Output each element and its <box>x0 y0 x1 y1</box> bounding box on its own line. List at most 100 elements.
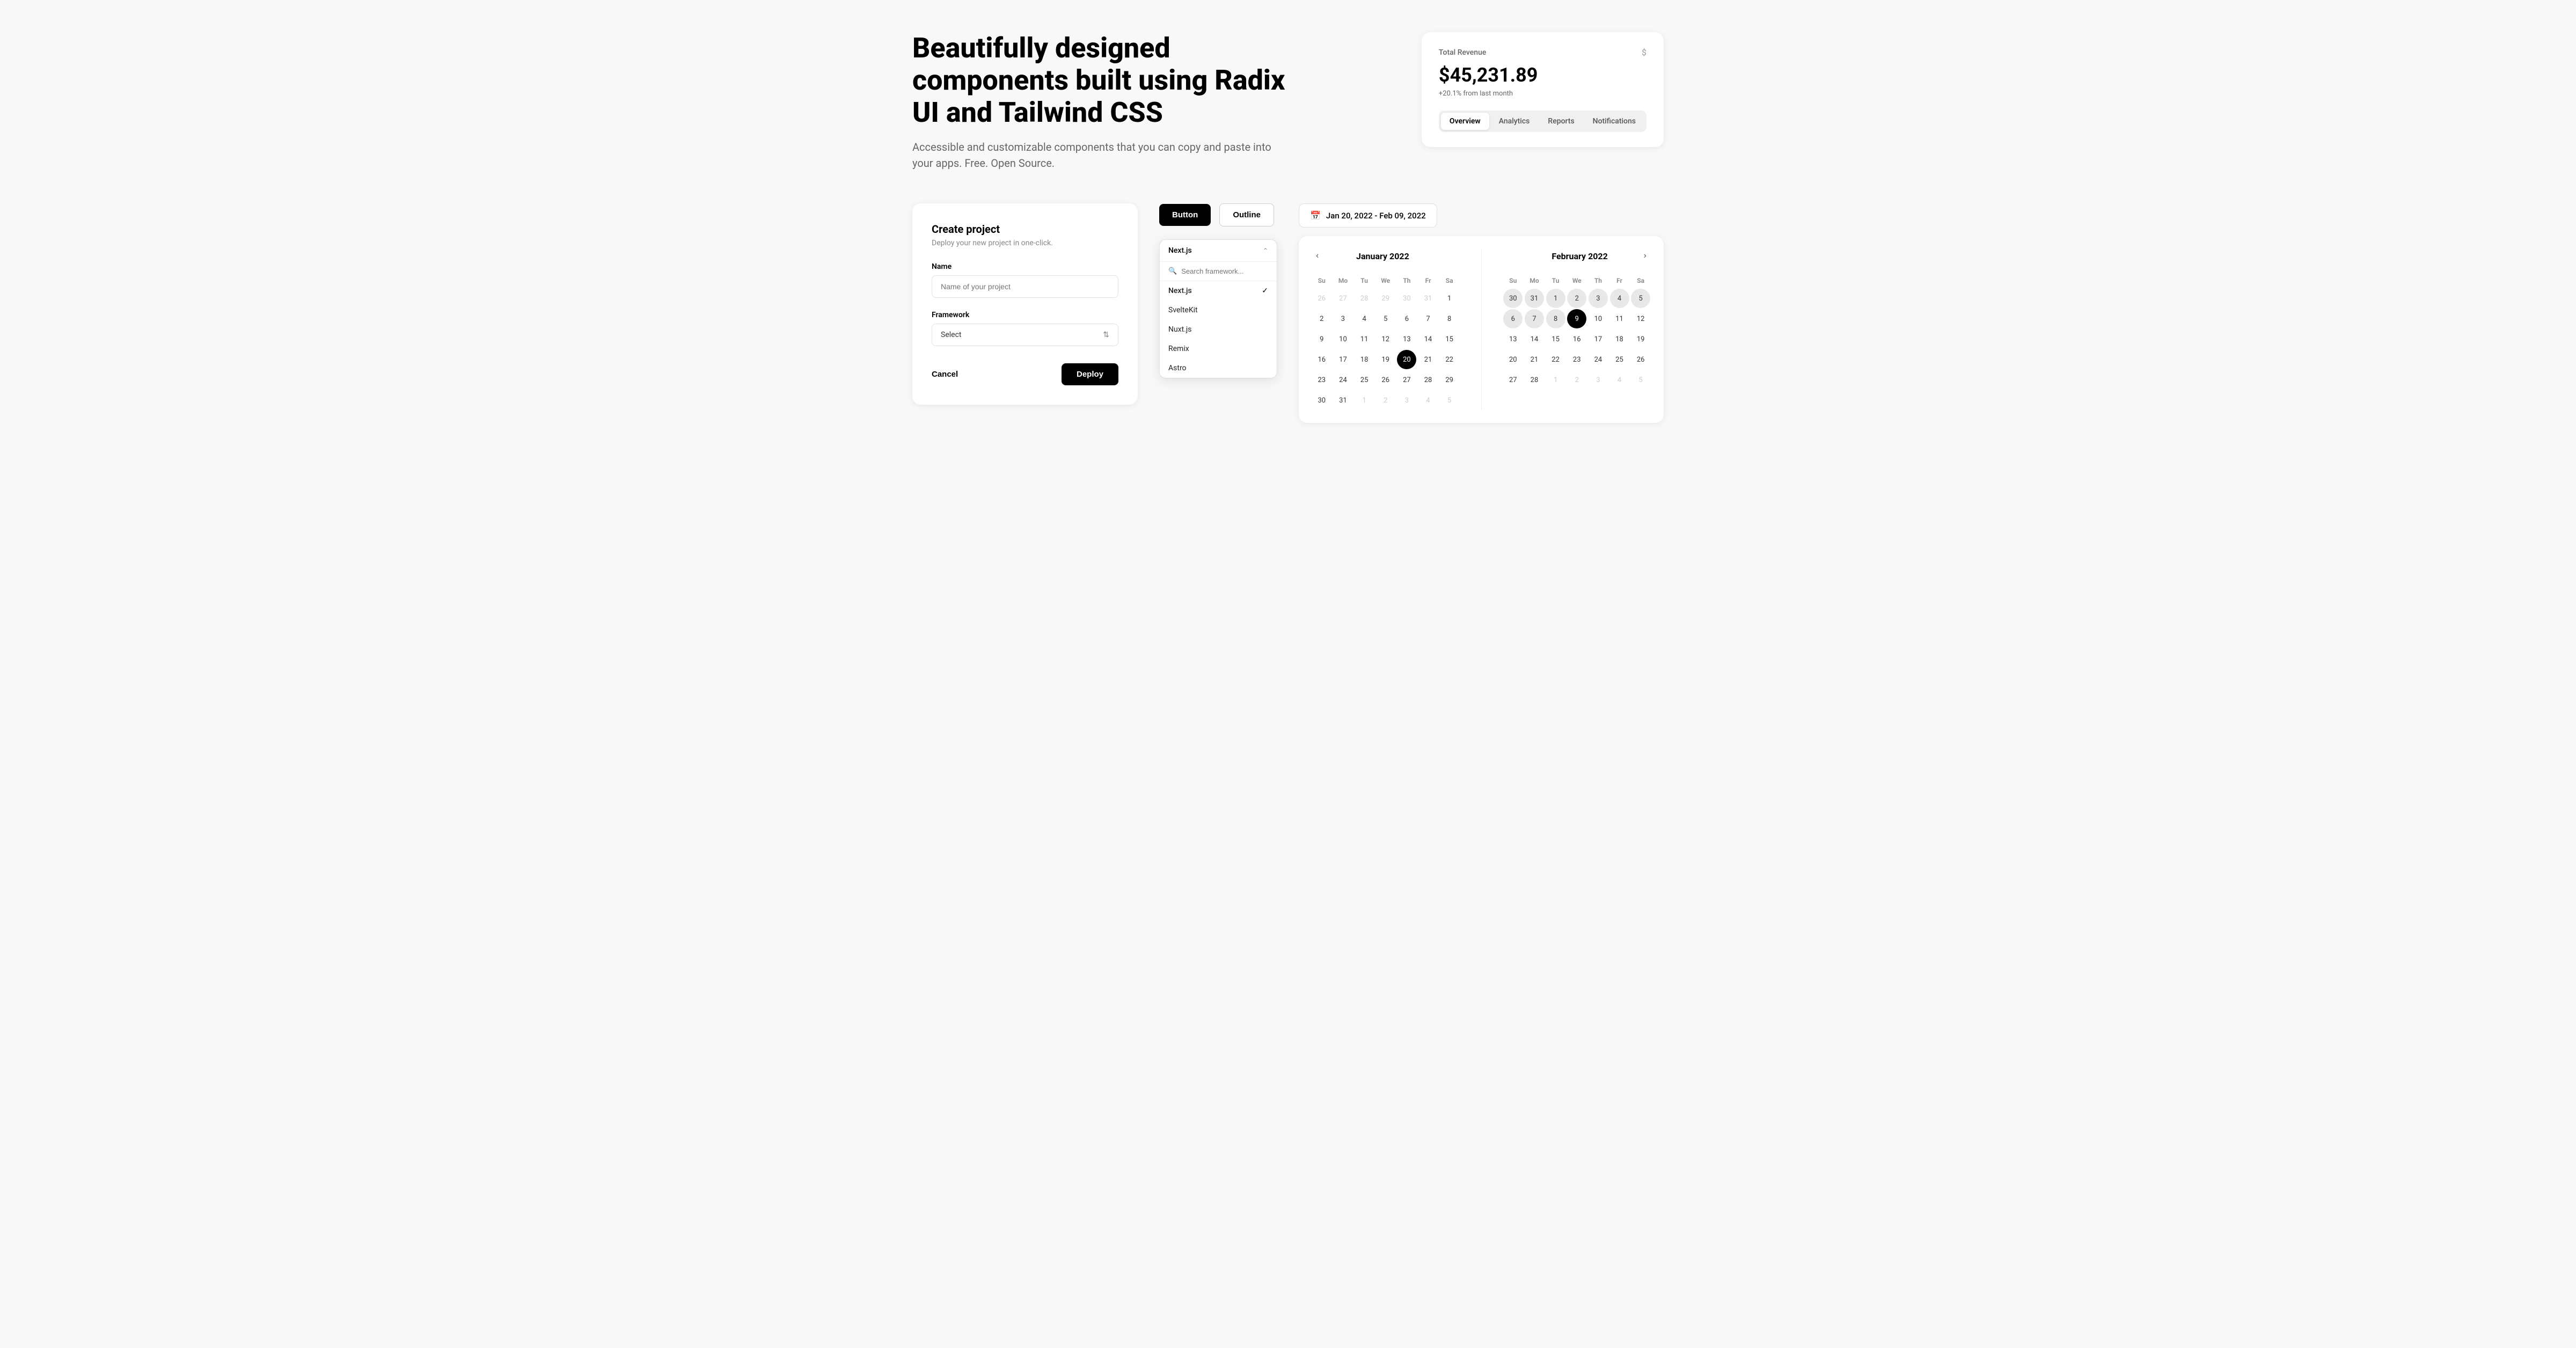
cal-day[interactable]: 27 <box>1503 370 1523 390</box>
cal-day[interactable]: 13 <box>1397 329 1416 349</box>
cal-day[interactable]: 1 <box>1546 370 1565 390</box>
next-month-button[interactable]: › <box>1640 249 1651 263</box>
cal-day[interactable]: 29 <box>1440 370 1459 390</box>
cal-day[interactable]: 11 <box>1355 329 1374 349</box>
cal-day[interactable]: 3 <box>1397 391 1416 410</box>
cal-day[interactable]: 2 <box>1567 370 1586 390</box>
project-name-input[interactable] <box>932 275 1118 298</box>
solid-button[interactable]: Button <box>1159 204 1211 226</box>
cal-day[interactable]: 8 <box>1440 309 1459 328</box>
cal-day[interactable]: 26 <box>1631 350 1650 369</box>
cal-day[interactable]: 14 <box>1525 329 1544 349</box>
cal-day[interactable]: 28 <box>1525 370 1544 390</box>
tab-notifications[interactable]: Notifications <box>1584 113 1644 130</box>
cal-day-selected-feb9[interactable]: 9 <box>1567 309 1586 328</box>
cal-day[interactable]: 13 <box>1503 329 1523 349</box>
cal-day[interactable]: 28 <box>1355 289 1374 308</box>
cal-day[interactable]: 4 <box>1355 309 1374 328</box>
cal-day[interactable]: 25 <box>1610 350 1629 369</box>
cal-day[interactable]: 16 <box>1312 350 1331 369</box>
tab-reports[interactable]: Reports <box>1539 113 1583 130</box>
cal-day[interactable]: 22 <box>1440 350 1459 369</box>
cal-day[interactable]: 4 <box>1610 370 1629 390</box>
cal-day[interactable]: 30 <box>1397 289 1416 308</box>
cal-day[interactable]: 7 <box>1418 309 1438 328</box>
cal-day[interactable]: 6 <box>1503 309 1523 328</box>
cal-day[interactable]: 4 <box>1418 391 1438 410</box>
cal-day[interactable]: 30 <box>1503 289 1523 308</box>
cal-day[interactable]: 19 <box>1631 329 1650 349</box>
name-label: Name <box>932 262 1118 271</box>
cal-day[interactable]: 2 <box>1376 391 1395 410</box>
cal-day[interactable]: 9 <box>1312 329 1331 349</box>
cal-day[interactable]: 26 <box>1312 289 1331 308</box>
framework-search-input[interactable] <box>1181 267 1276 275</box>
dropdown-item-astro[interactable]: Astro <box>1160 358 1277 378</box>
cal-day[interactable]: 1 <box>1440 289 1459 308</box>
cal-day[interactable]: 17 <box>1589 329 1608 349</box>
dropdown-item-nuxtjs[interactable]: Nuxt.js <box>1160 320 1277 339</box>
outline-button[interactable]: Outline <box>1219 203 1274 226</box>
cal-day[interactable]: 19 <box>1376 350 1395 369</box>
cal-day[interactable]: 26 <box>1376 370 1395 390</box>
cal-day[interactable]: 10 <box>1589 309 1608 328</box>
dropdown-item-sveltekit[interactable]: SvelteKit <box>1160 301 1277 320</box>
cal-day[interactable]: 5 <box>1440 391 1459 410</box>
cal-day[interactable]: 27 <box>1397 370 1416 390</box>
cal-day[interactable]: 20 <box>1503 350 1523 369</box>
cal-day[interactable]: 3 <box>1589 289 1608 308</box>
cal-day[interactable]: 22 <box>1546 350 1565 369</box>
cal-day[interactable]: 23 <box>1567 350 1586 369</box>
cal-day[interactable]: 24 <box>1589 350 1608 369</box>
cal-day[interactable]: 15 <box>1546 329 1565 349</box>
cal-day[interactable]: 1 <box>1355 391 1374 410</box>
cal-day-selected-jan20[interactable]: 20 <box>1397 350 1416 369</box>
cal-day[interactable]: 7 <box>1525 309 1544 328</box>
deploy-button[interactable]: Deploy <box>1062 363 1118 385</box>
cal-day[interactable]: 27 <box>1333 289 1352 308</box>
cal-day[interactable]: 3 <box>1589 370 1608 390</box>
cal-day[interactable]: 10 <box>1333 329 1352 349</box>
tab-analytics[interactable]: Analytics <box>1490 113 1539 130</box>
dropdown-item-remix[interactable]: Remix <box>1160 339 1277 358</box>
cal-day[interactable]: 31 <box>1525 289 1544 308</box>
cal-day[interactable]: 3 <box>1333 309 1352 328</box>
cal-day[interactable]: 21 <box>1525 350 1544 369</box>
cal-day[interactable]: 31 <box>1333 391 1352 410</box>
cal-day[interactable]: 23 <box>1312 370 1331 390</box>
cal-day[interactable]: 11 <box>1610 309 1629 328</box>
cal-day[interactable]: 8 <box>1546 309 1565 328</box>
tab-overview[interactable]: Overview <box>1441 113 1489 130</box>
date-range-bar[interactable]: 📅 Jan 20, 2022 - Feb 09, 2022 <box>1299 203 1437 228</box>
prev-month-button[interactable]: ‹ <box>1312 249 1323 263</box>
cal-day[interactable]: 30 <box>1312 391 1331 410</box>
cal-day[interactable]: 28 <box>1418 370 1438 390</box>
dropdown-item-nextjs[interactable]: Next.js ✓ <box>1160 281 1277 301</box>
cal-day[interactable]: 2 <box>1312 309 1331 328</box>
cal-day[interactable]: 17 <box>1333 350 1352 369</box>
cal-day[interactable]: 4 <box>1610 289 1629 308</box>
cal-day[interactable]: 21 <box>1418 350 1438 369</box>
cal-day[interactable]: 24 <box>1333 370 1352 390</box>
cal-day[interactable]: 1 <box>1546 289 1565 308</box>
cal-day[interactable]: 31 <box>1418 289 1438 308</box>
cal-day[interactable]: 12 <box>1631 309 1650 328</box>
framework-label: Framework <box>932 311 1118 319</box>
cal-day[interactable]: 16 <box>1567 329 1586 349</box>
framework-select[interactable]: Select ⇅ <box>932 324 1118 346</box>
cal-day[interactable]: 12 <box>1376 329 1395 349</box>
tabs-bar: Overview Analytics Reports Notifications <box>1439 111 1646 132</box>
cal-day[interactable]: 14 <box>1418 329 1438 349</box>
cal-day[interactable]: 15 <box>1440 329 1459 349</box>
cal-day[interactable]: 6 <box>1397 309 1416 328</box>
dropdown-trigger[interactable]: Next.js ⌃ <box>1160 240 1277 262</box>
cal-day[interactable]: 5 <box>1631 289 1650 308</box>
cal-day[interactable]: 5 <box>1631 370 1650 390</box>
cal-day[interactable]: 18 <box>1610 329 1629 349</box>
cancel-button[interactable]: Cancel <box>932 364 958 384</box>
cal-day[interactable]: 29 <box>1376 289 1395 308</box>
cal-day[interactable]: 2 <box>1567 289 1586 308</box>
cal-day[interactable]: 5 <box>1376 309 1395 328</box>
cal-day[interactable]: 25 <box>1355 370 1374 390</box>
cal-day[interactable]: 18 <box>1355 350 1374 369</box>
